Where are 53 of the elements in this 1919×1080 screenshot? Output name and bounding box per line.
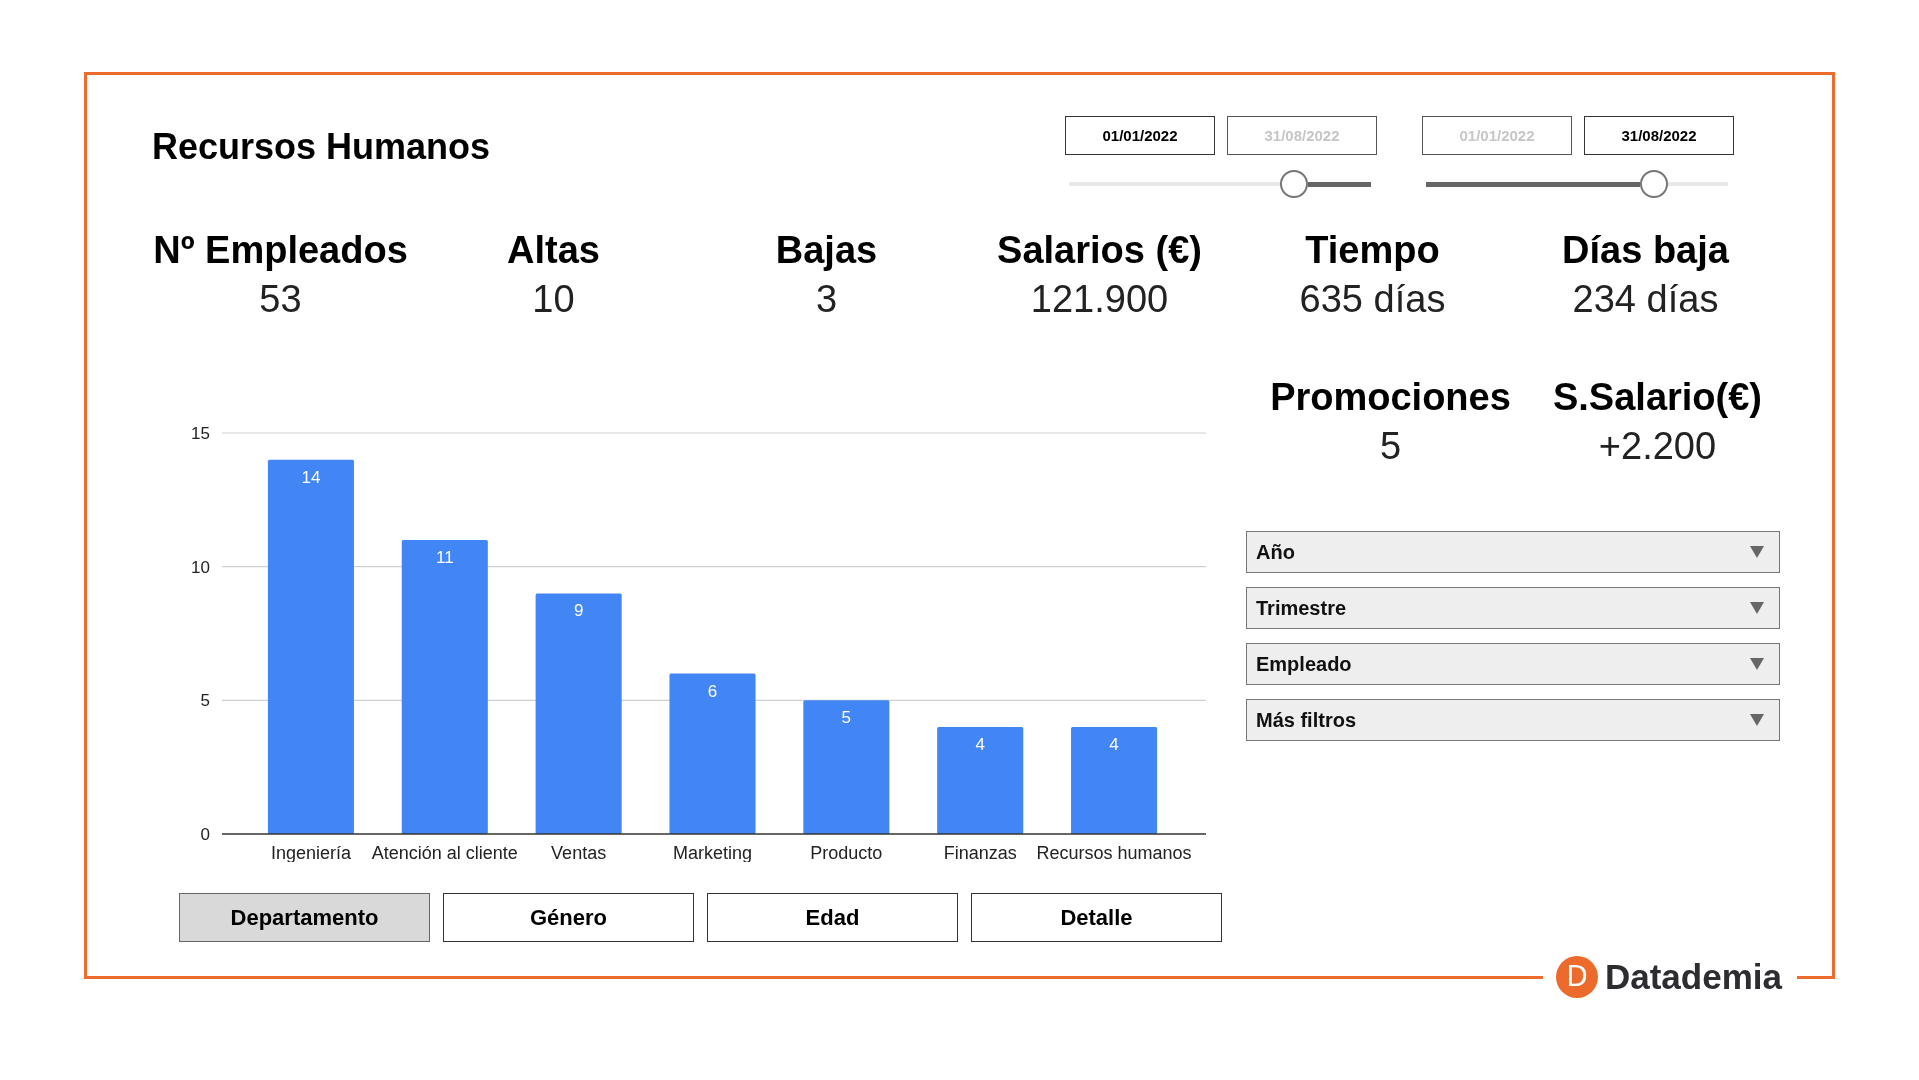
bar-value-label: 11 <box>435 547 454 567</box>
view-tab[interactable]: Género <box>443 893 694 942</box>
bar-value-label: 6 <box>707 681 718 701</box>
view-tab[interactable]: Departamento <box>179 893 430 942</box>
logo-mark: D <box>1555 956 1598 998</box>
kpi-value: 3 <box>815 277 838 322</box>
kpi-label: Nº Empleados <box>153 228 408 273</box>
kpi-value: +2.200 <box>1598 424 1717 469</box>
caret-down-icon <box>1750 602 1764 614</box>
bar-value-label: 5 <box>841 708 852 728</box>
kpi-label: Promociones <box>1270 375 1511 420</box>
axis-tick-label: 10 <box>191 557 210 577</box>
category-label: Recursos humanos <box>1036 843 1192 862</box>
category-label: Ingeniería <box>270 843 351 862</box>
bar-value-label: 4 <box>975 735 985 755</box>
kpi-value: 121.900 <box>1030 277 1169 322</box>
bar-value-label: 14 <box>301 467 321 487</box>
kpi-value: 53 <box>259 277 302 322</box>
view-tab[interactable]: Detalle <box>971 893 1222 942</box>
caret-down-icon <box>1750 546 1764 558</box>
category-label: Ventas <box>551 843 607 862</box>
filter-dropdown[interactable]: Trimestre <box>1246 587 1780 629</box>
kpi-label: Tiempo <box>1305 228 1440 273</box>
axis-tick-label: 15 <box>191 424 210 443</box>
slider-handle[interactable] <box>1279 170 1308 198</box>
category-label: Marketing <box>673 843 752 862</box>
date-field[interactable]: 01/01/2022 <box>1065 116 1215 155</box>
kpi-label: Bajas <box>775 228 878 273</box>
kpi-label: S.Salario(€) <box>1552 375 1763 420</box>
filter-dropdown[interactable]: Más filtros <box>1246 699 1780 741</box>
axis-tick-label: 0 <box>200 825 210 844</box>
caret-down-icon <box>1750 714 1764 726</box>
kpi-label: Salarios (€) <box>997 228 1202 273</box>
category-label: Atención al cliente <box>371 843 518 862</box>
logo-name: Datademia <box>1604 956 1782 998</box>
kpi-value: 10 <box>532 277 575 322</box>
kpi-label: Altas <box>507 228 600 273</box>
category-label: Finanzas <box>943 843 1017 862</box>
slider-handle[interactable] <box>1640 170 1669 198</box>
kpi-label: Días baja <box>1562 228 1729 273</box>
category-label: Producto <box>810 843 883 862</box>
view-tab[interactable]: Edad <box>707 893 958 942</box>
kpi-value: 234 días <box>1572 277 1719 322</box>
kpi-value: 635 días <box>1299 277 1446 322</box>
dashboard-title: Recursos Humanos <box>152 127 491 167</box>
filter-dropdown[interactable]: Año <box>1246 531 1780 573</box>
axis-tick-label: 5 <box>200 691 210 711</box>
bar-value-label: 9 <box>573 601 584 621</box>
kpi-value: 5 <box>1379 424 1402 469</box>
date-field[interactable]: 31/08/2022 <box>1584 116 1734 155</box>
filter-dropdown[interactable]: Empleado <box>1246 643 1780 685</box>
bar-value-label: 4 <box>1109 735 1119 755</box>
caret-down-icon <box>1750 658 1764 670</box>
